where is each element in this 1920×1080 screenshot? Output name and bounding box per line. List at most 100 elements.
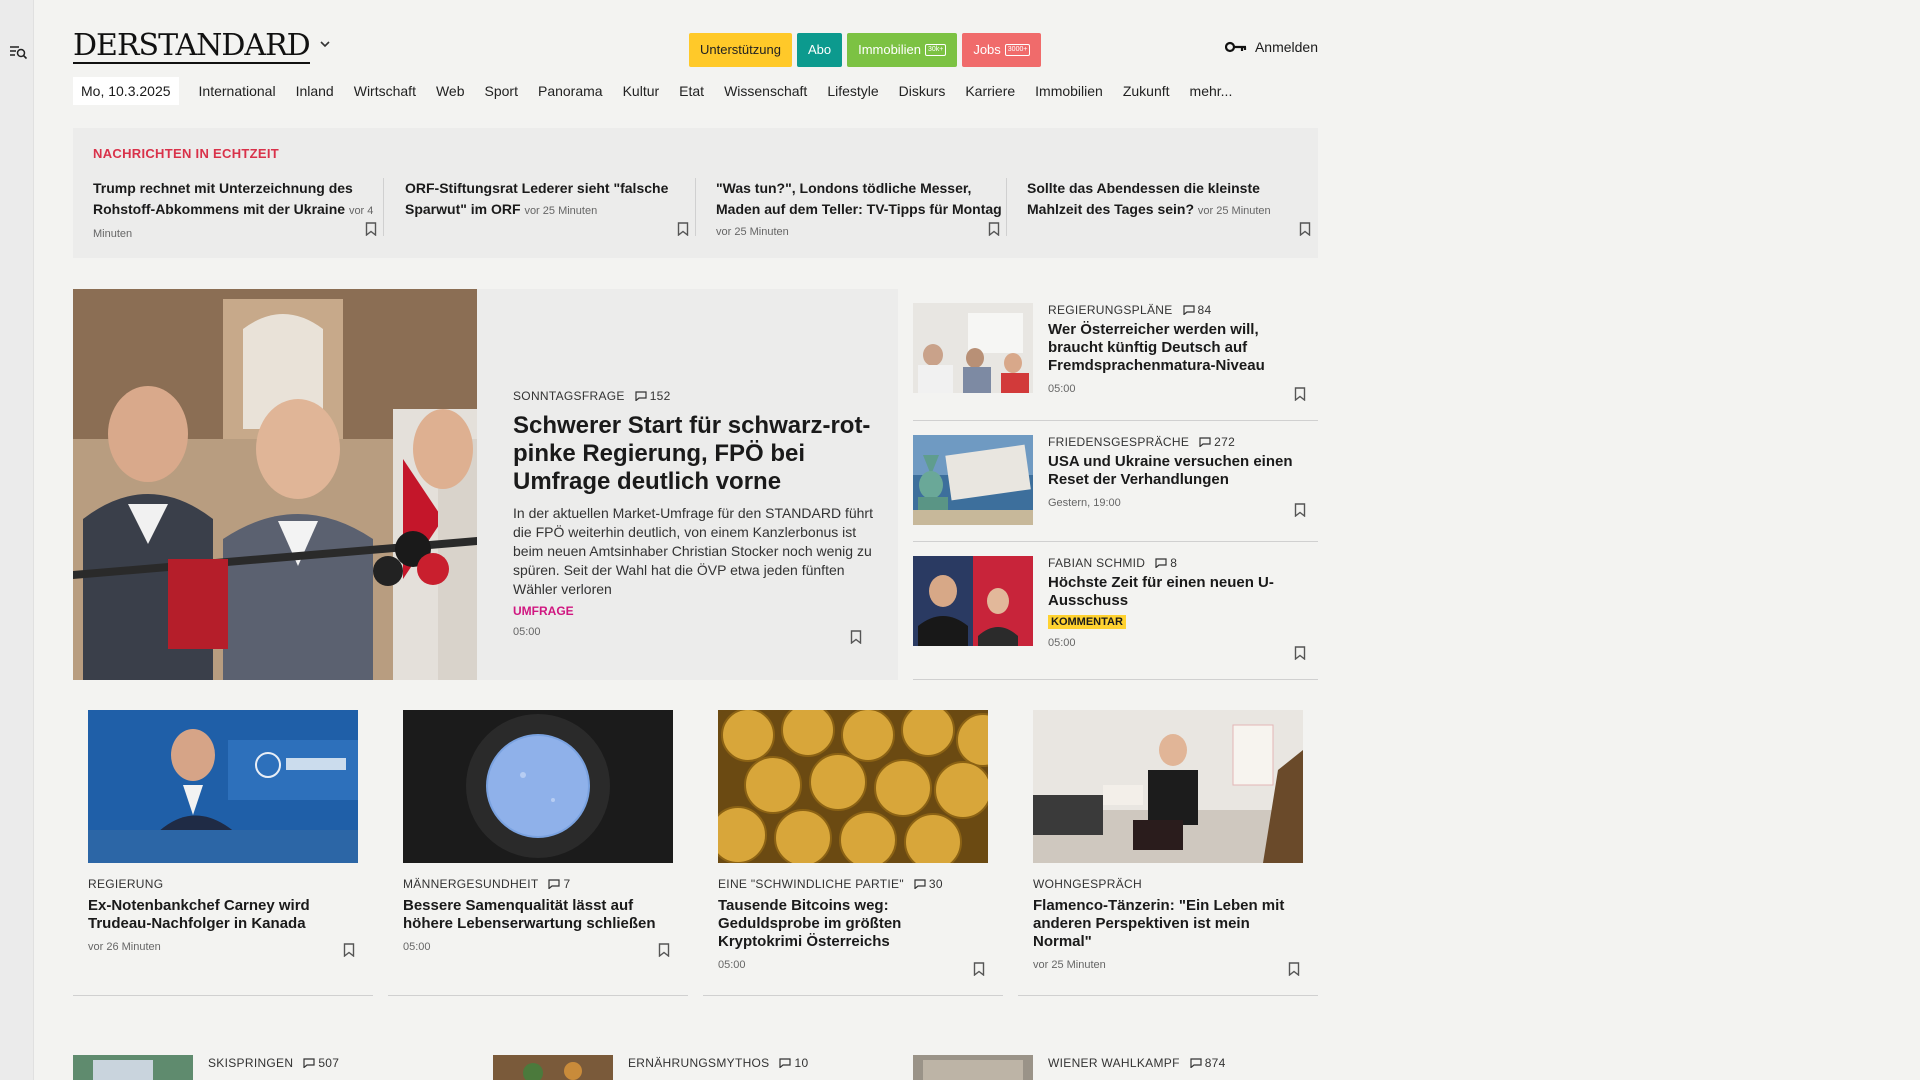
kicker-label: WIENER WAHLKAMPF — [1048, 1056, 1180, 1070]
side-headline[interactable]: Höchste Zeit für einen neuen U-Ausschuss — [1048, 574, 1303, 610]
bookmark-icon[interactable] — [1299, 222, 1311, 236]
comment-count[interactable]: 507 — [303, 1056, 339, 1070]
article-card[interactable]: WOHNGESPRÄCH Flamenco-Tänzerin: "Ein Leb… — [1018, 710, 1318, 996]
lead-photo — [73, 289, 477, 680]
bookmark-icon[interactable] — [973, 962, 985, 976]
nav-item-web[interactable]: Web — [436, 83, 465, 99]
card-time: 05:00 — [718, 959, 746, 971]
card-body: MÄNNERGESUNDHEIT 7 Bessere Samenqualität … — [403, 877, 668, 953]
teaser-photo — [913, 1055, 1033, 1080]
login-button[interactable]: Anmelden — [1224, 39, 1318, 55]
nav-item-international[interactable]: International — [199, 83, 276, 99]
logo[interactable]: DERSTANDARD — [73, 30, 311, 64]
card-time: vor 25 Minuten — [1033, 959, 1106, 971]
ticker-item[interactable]: Sollte das Abendessen die kleinste Mahlz… — [1027, 178, 1317, 248]
card-headline[interactable]: Ex-Notenbankchef Carney wird Trudeau-Nac… — [88, 897, 353, 933]
lead-body: SONNTAGSFRAGE 152 Schwerer Start für sch… — [513, 389, 883, 638]
bookmark-icon[interactable] — [658, 943, 670, 957]
article-card[interactable]: EINE "SCHWINDLICHE PARTIE" 30 Tausende Bi… — [703, 710, 1003, 996]
lead-article[interactable]: SONNTAGSFRAGE 152 Schwerer Start für sch… — [73, 289, 898, 680]
side-article[interactable]: REGIERUNGSPLÄNE 84 Wer Österreicher werde… — [913, 303, 1318, 421]
ticker-item[interactable]: Trump rechnet mit Unterzeichnung des Roh… — [93, 178, 383, 248]
nav-item-kultur[interactable]: Kultur — [623, 83, 660, 99]
article-card[interactable]: REGIERUNG Ex-Notenbankchef Carney wird T… — [73, 710, 373, 996]
card-headline[interactable]: Bessere Samenqualität lässt auf höhere L… — [403, 897, 668, 933]
card-headline[interactable]: Tausende Bitcoins weg: Geduldsprobe im g… — [718, 897, 983, 951]
nav-item-zukunft[interactable]: Zukunft — [1123, 83, 1170, 99]
side-body: REGIERUNGSPLÄNE 84 Wer Österreicher werde… — [1048, 303, 1303, 395]
comment-number: 10 — [794, 1056, 809, 1070]
nav-item-wissenschaft[interactable]: Wissenschaft — [724, 83, 807, 99]
search-menu-icon[interactable] — [9, 43, 27, 61]
bookmark-icon[interactable] — [850, 630, 862, 644]
bookmark-icon[interactable] — [677, 222, 689, 236]
card-body: EINE "SCHWINDLICHE PARTIE" 30 Tausende Bi… — [718, 877, 983, 971]
support-button[interactable]: Unterstützung — [689, 33, 792, 67]
ticker-item[interactable]: "Was tun?", Londons tödliche Messer, Mad… — [716, 178, 1006, 248]
nav-item-inland[interactable]: Inland — [296, 83, 334, 99]
comment-number: 874 — [1204, 1056, 1226, 1070]
card-photo — [718, 710, 988, 863]
divider — [1006, 178, 1007, 236]
header-pills: Unterstützung Abo Immobilien 30k+ Jobs 300… — [689, 33, 1042, 67]
bookmark-icon[interactable] — [1294, 387, 1306, 401]
comment-icon — [303, 1058, 315, 1068]
abo-button[interactable]: Abo — [796, 33, 843, 67]
nav-item-karriere[interactable]: Karriere — [965, 83, 1015, 99]
comment-number: 152 — [649, 389, 671, 403]
card-photo — [403, 710, 673, 863]
comment-count[interactable]: 272 — [1199, 435, 1235, 449]
bookmark-icon[interactable] — [1294, 646, 1306, 660]
chevron-down-icon[interactable] — [320, 40, 330, 48]
comment-icon — [779, 1058, 792, 1068]
lead-tag[interactable]: UMFRAGE — [513, 604, 883, 618]
kicker-label: ERNÄHRUNGSMYTHOS — [628, 1056, 770, 1070]
immobilien-button[interactable]: Immobilien 30k+ — [847, 33, 958, 67]
nav-item-diskurs[interactable]: Diskurs — [899, 83, 946, 99]
bookmark-icon[interactable] — [343, 943, 355, 957]
nav-item-etat[interactable]: Etat — [679, 83, 704, 99]
nav-item-panorama[interactable]: Panorama — [538, 83, 603, 99]
teaser-photo — [493, 1055, 613, 1080]
lead-headline[interactable]: Schwerer Start für schwarz-rot-pinke Reg… — [513, 412, 883, 496]
nav-item-immobilien[interactable]: Immobilien — [1035, 83, 1103, 99]
jobs-button[interactable]: Jobs 3000+ — [962, 33, 1042, 67]
comment-count[interactable]: 874 — [1190, 1056, 1226, 1070]
comment-count[interactable]: 7 — [548, 877, 570, 891]
immobilien-count-badge: 30k+ — [924, 44, 947, 56]
comment-number: 507 — [318, 1056, 340, 1070]
main-nav: Mo, 10.3.2025 International Inland Wirts… — [73, 77, 1252, 105]
comment-icon — [635, 391, 647, 401]
comment-count[interactable]: 84 — [1182, 303, 1212, 317]
ticker-item[interactable]: ORF-Stiftungsrat Lederer sieht "falsche … — [405, 178, 695, 248]
side-headline[interactable]: Wer Österreicher werden will, braucht kü… — [1048, 321, 1303, 375]
comment-icon — [1190, 1058, 1202, 1068]
side-photo — [913, 435, 1033, 525]
bookmark-icon[interactable] — [1288, 962, 1300, 976]
ticker-title: Trump rechnet mit Unterzeichnung des Roh… — [93, 180, 353, 217]
key-icon — [1224, 41, 1247, 53]
nav-item-wirtschaft[interactable]: Wirtschaft — [354, 83, 416, 99]
side-article[interactable]: FRIEDENSGESPRÄCHE 272 USA und Ukraine ver… — [913, 435, 1318, 542]
nav-item-lifestyle[interactable]: Lifestyle — [827, 83, 878, 99]
comment-count[interactable]: 152 — [635, 389, 671, 403]
article-teaser[interactable]: SKISPRINGEN 507 — [73, 1055, 473, 1080]
side-article[interactable]: FABIAN SCHMID 8 Höchste Zeit für einen ne… — [913, 556, 1318, 680]
bookmark-icon[interactable] — [988, 222, 1000, 236]
kicker-label: FABIAN SCHMID — [1048, 556, 1146, 570]
article-teaser[interactable]: WIENER WAHLKAMPF 874 — [913, 1055, 1313, 1080]
side-headline[interactable]: USA und Ukraine versuchen einen Reset de… — [1048, 453, 1303, 489]
nav-item-more[interactable]: mehr... — [1190, 83, 1233, 99]
card-headline[interactable]: Flamenco-Tänzerin: "Ein Leben mit andere… — [1033, 897, 1298, 951]
jobs-label: Jobs — [973, 42, 1001, 57]
comment-count[interactable]: 30 — [914, 877, 943, 891]
comment-count[interactable]: 10 — [779, 1056, 808, 1070]
lead-teaser: In der aktuellen Market-Umfrage für den … — [513, 505, 873, 597]
bookmark-icon[interactable] — [365, 222, 377, 236]
bookmark-icon[interactable] — [1294, 503, 1306, 517]
comment-icon — [1155, 558, 1167, 568]
comment-count[interactable]: 8 — [1155, 556, 1177, 570]
article-card[interactable]: MÄNNERGESUNDHEIT 7 Bessere Samenqualität … — [388, 710, 688, 996]
nav-item-sport[interactable]: Sport — [485, 83, 518, 99]
article-teaser[interactable]: ERNÄHRUNGSMYTHOS 10 — [493, 1055, 893, 1080]
